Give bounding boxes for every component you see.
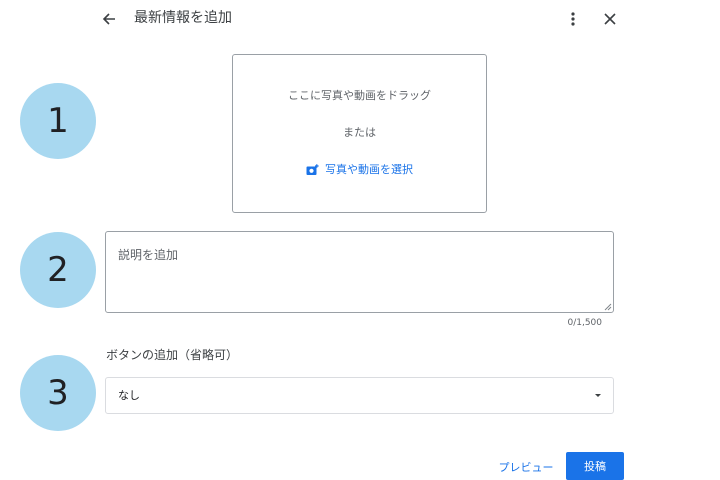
description-input[interactable]: [105, 231, 614, 313]
close-icon: [604, 13, 616, 25]
select-media-label: 写真や動画を選択: [325, 163, 413, 176]
back-button[interactable]: [96, 6, 122, 32]
button-section-label: ボタンの追加（省略可）: [106, 348, 239, 362]
step-3-circle: 3: [20, 355, 96, 431]
or-text: または: [343, 126, 376, 139]
more-options-button[interactable]: [562, 6, 584, 32]
add-photo-icon: [306, 164, 319, 175]
close-button[interactable]: [598, 6, 622, 32]
step-1-circle: 1: [20, 83, 96, 159]
page-title: 最新情報を追加: [134, 10, 232, 26]
media-drop-zone[interactable]: ここに写真や動画をドラッグ または 写真や動画を選択: [232, 54, 487, 213]
post-button[interactable]: 投稿: [566, 452, 624, 480]
caret-down-icon: [595, 394, 601, 397]
drag-instruction: ここに写真や動画をドラッグ: [288, 89, 431, 102]
step-2-circle: 2: [20, 232, 96, 308]
button-type-select[interactable]: なし: [105, 377, 614, 414]
more-vert-icon: [571, 12, 575, 26]
arrow-left-icon: [102, 13, 115, 25]
preview-button[interactable]: プレビュー: [490, 454, 562, 480]
character-counter: 0/1,500: [567, 318, 602, 328]
select-media-link[interactable]: 写真や動画を選択: [233, 163, 486, 177]
selected-value: なし: [118, 389, 140, 402]
